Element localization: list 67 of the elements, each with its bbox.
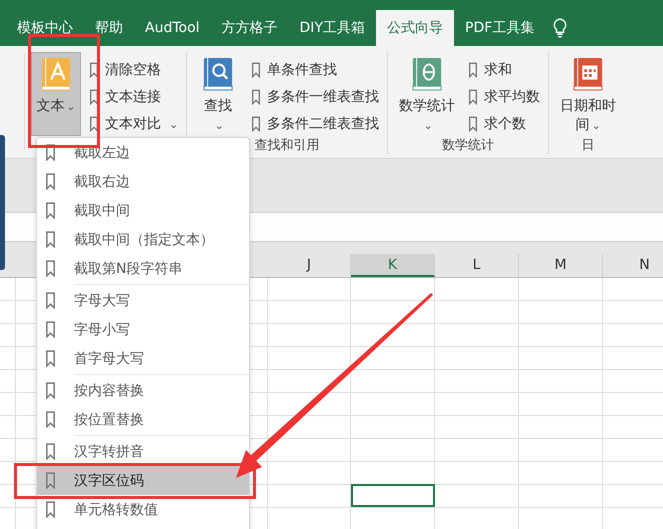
bookmark-icon — [45, 382, 56, 399]
ribbon-tab[interactable]: DIY工具箱 — [288, 10, 376, 46]
ribbon-tab[interactable]: PDF工具集 — [454, 10, 546, 46]
menu-item[interactable]: 截取第N段字符串 — [37, 254, 249, 283]
bookmark-icon — [45, 173, 56, 190]
ribbon-command[interactable]: 文本连接 — [87, 85, 180, 109]
menu-item[interactable]: 单元格转数值 — [37, 495, 249, 524]
bookmark-icon — [468, 89, 478, 105]
theta-book-icon — [411, 57, 444, 91]
bookmark-icon — [45, 411, 56, 428]
bookmark-icon — [89, 89, 99, 105]
bookmark-icon — [45, 202, 56, 219]
ribbon-command[interactable]: 求平均数 — [466, 85, 542, 109]
ribbon-command[interactable]: 多条件一维表查找 — [249, 85, 382, 109]
ribbon-button[interactable]: 文本⌄ — [31, 52, 81, 136]
bookmark-icon — [89, 116, 99, 132]
group-label: 查找和引用 — [254, 137, 320, 154]
bookmark-icon — [45, 321, 56, 338]
bookmark-icon — [45, 350, 56, 367]
ribbon-command[interactable]: 多条件二维表查找 — [249, 112, 382, 136]
ribbon-command[interactable]: 清除空格 — [87, 58, 180, 82]
menu-item[interactable]: 截取右边 — [37, 167, 249, 196]
ribbon-tab[interactable]: 公式向导 — [376, 10, 454, 46]
menu-item[interactable]: 按内容替换 — [37, 376, 249, 405]
menu-item[interactable]: 汉字区位码 — [37, 466, 249, 495]
ribbon-button[interactable]: 数学统计 ⌄ — [394, 52, 460, 136]
menu-item[interactable]: 按位置替换 — [37, 405, 249, 434]
column-header[interactable]: N — [603, 254, 663, 277]
letter-book-icon — [40, 57, 72, 91]
ribbon-tab[interactable]: 帮助 — [84, 10, 134, 46]
ribbon-command[interactable]: 文本对比 ⌄ — [87, 112, 180, 136]
ribbon-command[interactable]: 求和 — [466, 58, 542, 82]
ribbon-tab[interactable]: 方方格子 — [210, 10, 289, 46]
menu-item[interactable]: 汉字转拼音 — [37, 437, 249, 466]
bookmark-icon — [45, 292, 56, 309]
group-label: 数学统计 — [442, 137, 494, 154]
menu-item[interactable]: 首字母大写 — [37, 344, 249, 373]
column-header[interactable]: K — [351, 254, 435, 277]
bookmark-icon — [89, 62, 99, 78]
menu-item[interactable]: 字母大写 — [37, 286, 249, 315]
column-header[interactable]: M — [519, 254, 603, 277]
lightbulb-icon[interactable] — [553, 18, 568, 38]
ribbon-tab[interactable]: AudTool — [134, 10, 211, 46]
bookmark-icon — [45, 231, 56, 248]
group-label: 日 — [582, 137, 595, 154]
ribbon-button[interactable]: 日期和时间⌄ — [555, 52, 622, 136]
selected-cell[interactable] — [351, 484, 435, 507]
bookmark-icon — [45, 501, 56, 518]
bookmark-icon — [468, 62, 478, 78]
ribbon-tab[interactable]: 模板中心 — [6, 10, 84, 46]
menu-item[interactable]: 截取中间 — [37, 196, 249, 225]
bookmark-icon — [45, 144, 56, 161]
menu-item[interactable]: 截取中间（指定文本） — [37, 225, 249, 254]
bookmark-icon — [251, 89, 262, 105]
calendar-icon — [572, 57, 604, 91]
menu-item[interactable]: 字母小写 — [37, 315, 249, 344]
bookmark-icon — [251, 116, 262, 132]
ribbon-command[interactable]: 求个数 — [466, 112, 542, 136]
bookmark-icon — [45, 260, 56, 277]
bookmark-icon — [251, 62, 262, 78]
bookmark-icon — [468, 116, 478, 132]
column-header[interactable]: L — [435, 254, 519, 277]
search-icon — [202, 57, 234, 91]
ribbon-button[interactable]: 查找 ⌄ — [193, 52, 244, 136]
bookmark-icon — [45, 443, 56, 460]
ribbon-command[interactable]: 单条件查找 — [249, 58, 382, 82]
bookmark-icon — [45, 472, 56, 489]
